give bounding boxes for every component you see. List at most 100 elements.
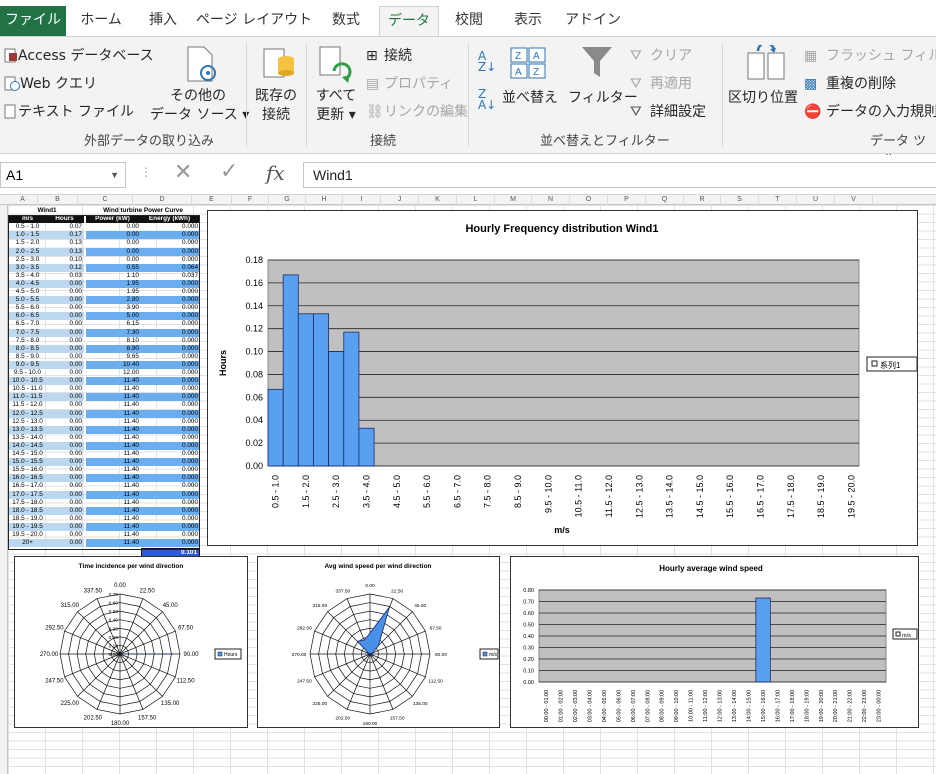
other-sources-button[interactable]: その他の データ ソース ▾ [150,87,249,125]
cell-power[interactable]: 3.90 [86,304,141,312]
cell-hours[interactable]: 0.00 [47,296,84,305]
cell-energy[interactable]: 0.000 [141,256,200,264]
column-header-n[interactable]: N [532,195,570,205]
cell-hours[interactable]: 0.07 [47,223,84,231]
web-query-button[interactable]: Web クエリ [4,73,97,93]
cell-energy[interactable]: 0.000 [141,409,200,418]
cell-hours[interactable]: 0.00 [47,458,84,467]
cell-hours[interactable]: 0.00 [47,531,84,539]
cell-speed[interactable]: 10.0 - 10.5 [8,377,47,386]
cell-power[interactable]: 11.40 [86,418,141,426]
cell-speed[interactable]: 3.0 - 3.5 [8,263,47,272]
cell-speed[interactable]: 16.5 - 17.0 [8,482,47,490]
cell-speed[interactable]: 6.5 - 7.0 [8,320,47,328]
cell-speed[interactable]: 1.0 - 1.5 [8,231,47,240]
cell-hours[interactable]: 0.00 [47,450,84,458]
cancel-entry-icon[interactable]: ✕ [174,160,192,185]
header-hours[interactable]: Hours [47,215,84,224]
cell-energy[interactable]: 0.000 [141,312,200,321]
column-header-v[interactable]: V [835,195,873,205]
cell-energy[interactable]: 0.000 [141,418,200,426]
cell-energy[interactable]: 0.000 [141,353,200,361]
cell-speed[interactable]: 14.5 - 15.0 [8,450,47,458]
cell-hours[interactable]: 0.00 [47,418,84,426]
cell-speed[interactable]: 4.5 - 5.0 [8,288,47,296]
cell-power[interactable]: 11.40 [86,401,141,409]
cell-hours[interactable]: 0.00 [47,522,84,531]
cell-hours[interactable]: 0.00 [47,482,84,490]
cell-power[interactable]: 11.40 [86,393,141,402]
cell-energy[interactable]: 0.000 [141,360,200,369]
cell-speed[interactable]: 1.5 - 2.0 [8,239,47,247]
name-box[interactable]: A1 ▼ [0,162,126,188]
cell-hours[interactable]: 0.00 [47,441,84,450]
cell-energy[interactable]: 0.000 [141,458,200,467]
column-header-a[interactable]: A [8,195,38,205]
column-header-e[interactable]: E [192,195,232,205]
cell-hours[interactable]: 0.10 [47,256,84,264]
cell-hours[interactable]: 0.00 [47,409,84,418]
cell-speed[interactable]: 11.5 - 12.0 [8,401,47,409]
column-header-c[interactable]: C [78,195,133,205]
cell-hours[interactable]: 0.00 [47,320,84,328]
cell-speed[interactable]: 15.5 - 16.0 [8,466,47,474]
tab-addins[interactable]: アドイン [560,6,626,36]
cell-power[interactable]: 6.15 [86,320,141,328]
header-energy[interactable]: Energy (kWh) [141,215,200,224]
cell-energy[interactable]: 0.000 [141,425,200,434]
cell-energy[interactable]: 0.000 [141,279,200,288]
cell-speed[interactable]: 19.0 - 19.5 [8,522,47,531]
cell-power[interactable]: 2.80 [86,296,141,305]
cell-speed[interactable]: 9.5 - 10.0 [8,369,47,377]
cell-hours[interactable]: 0.13 [47,239,84,247]
cell-energy[interactable]: 0.000 [141,304,200,312]
text-to-columns-button[interactable]: 区切り位置 [728,87,798,107]
cell-energy[interactable]: 0.000 [141,288,200,296]
access-db-button[interactable]: Access データベース [4,45,154,65]
filter-button[interactable]: フィルター [568,87,638,107]
cell-hours[interactable]: 0.00 [47,337,84,345]
cell-energy[interactable]: 0.000 [141,450,200,458]
cell-hours[interactable]: 0.12 [47,263,84,272]
cell-power[interactable]: 11.40 [86,482,141,490]
column-header-o[interactable]: O [570,195,608,205]
cell-hours[interactable]: 0.00 [47,353,84,361]
cell-hours[interactable]: 0.00 [47,474,84,483]
column-header-j[interactable]: J [381,195,419,205]
cell-speed[interactable]: 7.5 - 8.0 [8,337,47,345]
cell-power[interactable]: 1.10 [86,272,141,280]
cell-energy[interactable]: 0.000 [141,328,200,337]
cell-power[interactable]: 11.40 [86,377,141,386]
cell-energy[interactable]: 0.000 [141,320,200,328]
cell-energy[interactable]: 0.000 [141,539,200,548]
cell-energy[interactable]: 0.064 [141,263,200,272]
tab-data[interactable]: データ [379,6,439,36]
cell-power[interactable]: 11.40 [86,506,141,515]
cell-speed[interactable]: 17.5 - 18.0 [8,499,47,507]
cell-power[interactable]: 0.00 [86,231,141,240]
cell-speed[interactable]: 10.5 - 11.0 [8,385,47,393]
cell-hours[interactable]: 0.00 [47,369,84,377]
cell-energy[interactable]: 0.000 [141,506,200,515]
cell-speed[interactable]: 6.0 - 6.5 [8,312,47,321]
column-header-p[interactable]: P [608,195,646,205]
cell-power[interactable]: 11.40 [86,441,141,450]
cell-power[interactable]: 11.40 [86,539,141,548]
cell-energy[interactable]: 0.000 [141,466,200,474]
connections-button[interactable]: ⊞ 接続 [366,45,412,65]
tab-formulas[interactable]: 数式 [318,6,374,36]
cell-speed[interactable]: 5.0 - 5.5 [8,296,47,305]
cell-energy[interactable]: 0.000 [141,515,200,523]
cell-energy[interactable]: 0.000 [141,482,200,490]
cell-power[interactable]: 1.95 [86,288,141,296]
cell-power[interactable]: 11.40 [86,434,141,442]
cell-speed[interactable]: 20+ [8,539,47,548]
cell-power[interactable]: 8.90 [86,344,141,353]
tab-insert[interactable]: 挿入 [136,6,190,36]
time-incidence-chart[interactable]: Time incidence per wind direction 0.00 22.… [14,556,248,728]
cell-speed[interactable]: 12.0 - 12.5 [8,409,47,418]
cell-hours[interactable]: 0.00 [47,425,84,434]
column-header-l[interactable]: L [457,195,495,205]
hourly-speed-chart[interactable]: Hourly average wind speed 0.00 0.10 0.20 0.3… [510,556,919,728]
cell-speed[interactable]: 8.5 - 9.0 [8,353,47,361]
